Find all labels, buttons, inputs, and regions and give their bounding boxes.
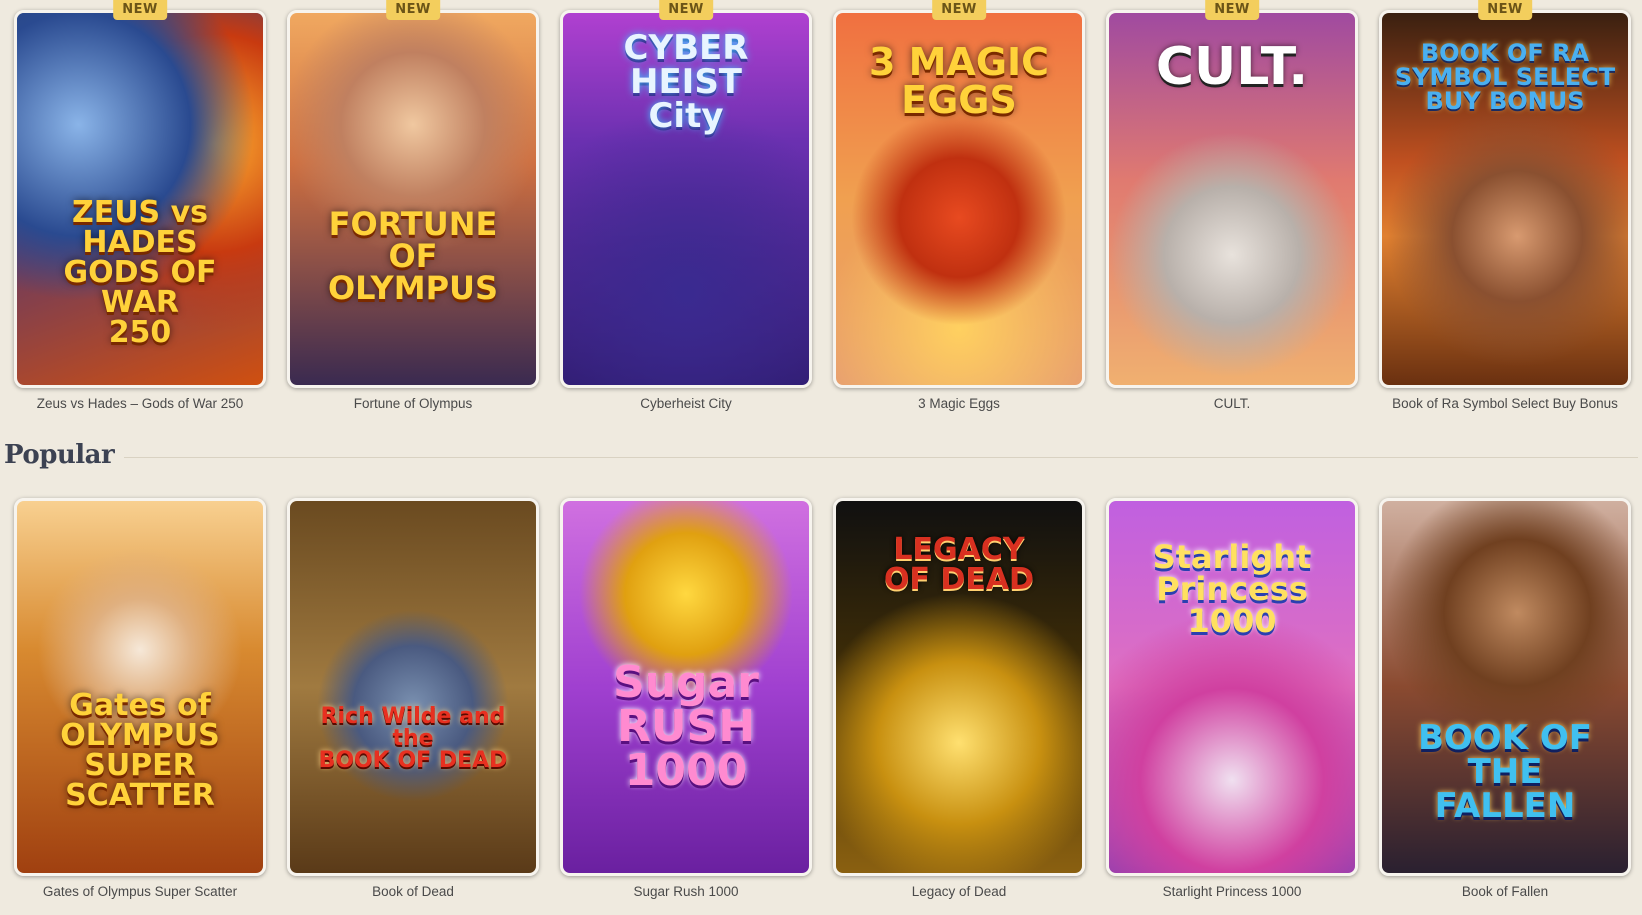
game-caption[interactable]: Book of Fallen xyxy=(1379,884,1631,899)
game-thumbnail[interactable]: Starlight Princess 1000 xyxy=(1106,498,1358,876)
game-art-logo: BOOK OF RA SYMBOL SELECT BUY BONUS xyxy=(1394,39,1616,115)
game-art-logo: Rich Wilde and the BOOK OF DEAD xyxy=(318,704,508,773)
game-thumbnail[interactable]: FORTUNE OF OLYMPUS xyxy=(287,10,539,388)
game-art-logo: 3 MAGIC EGGS xyxy=(868,40,1050,122)
game-tile-zeus-vs-hades[interactable]: NEW ZEUS vs HADES GODS OF WAR 250 Zeus v… xyxy=(14,0,266,411)
game-thumbnail[interactable]: Sugar RUSH 1000 xyxy=(560,498,812,876)
new-badge: NEW xyxy=(113,0,167,20)
game-art-logo: FORTUNE OF OLYMPUS xyxy=(327,205,499,307)
game-tile-book-of-dead[interactable]: Rich Wilde and the BOOK OF DEAD Book of … xyxy=(287,498,539,899)
game-thumbnail[interactable]: LEGACY OF DEAD xyxy=(833,498,1085,876)
game-tile-starlight-princess-1000[interactable]: Starlight Princess 1000 Starlight Prince… xyxy=(1106,498,1358,899)
game-tile-legacy-of-dead[interactable]: LEGACY OF DEAD Legacy of Dead xyxy=(833,498,1085,899)
game-art-logo: LEGACY OF DEAD xyxy=(884,532,1034,597)
game-thumbnail[interactable]: 3 MAGIC EGGS xyxy=(833,10,1085,388)
game-caption[interactable]: Book of Dead xyxy=(287,884,539,899)
game-caption[interactable]: 3 Magic Eggs xyxy=(833,396,1085,411)
game-tile-fortune-of-olympus[interactable]: NEW FORTUNE OF OLYMPUS Fortune of Olympu… xyxy=(287,0,539,411)
game-tile-gates-of-olympus[interactable]: Gates of OLYMPUS SUPER SCATTER Gates of … xyxy=(14,498,266,899)
game-thumbnail[interactable]: CYBER HEIST City xyxy=(560,10,812,388)
new-games-row: NEW ZEUS vs HADES GODS OF WAR 250 Zeus v… xyxy=(14,0,1636,411)
game-caption[interactable]: Starlight Princess 1000 xyxy=(1106,884,1358,899)
game-caption[interactable]: Sugar Rush 1000 xyxy=(560,884,812,899)
new-badge: NEW xyxy=(1205,0,1259,20)
game-thumbnail[interactable]: BOOK OF RA SYMBOL SELECT BUY BONUS xyxy=(1379,10,1631,388)
game-art-logo: BOOK OF THE FALLEN xyxy=(1417,718,1593,826)
game-art-logo: CYBER HEIST City xyxy=(623,28,749,136)
game-art-logo: Sugar RUSH 1000 xyxy=(613,657,759,796)
game-tile-cult[interactable]: NEW CULT. CULT. xyxy=(1106,0,1358,411)
game-artwork xyxy=(290,13,536,385)
game-art-logo: Starlight Princess 1000 xyxy=(1152,538,1312,640)
game-thumbnail[interactable]: ZEUS vs HADES GODS OF WAR 250 xyxy=(14,10,266,388)
game-art-logo: ZEUS vs HADES GODS OF WAR 250 xyxy=(63,195,217,350)
section-title: Popular xyxy=(4,440,115,470)
game-caption[interactable]: Legacy of Dead xyxy=(833,884,1085,899)
game-caption[interactable]: Gates of Olympus Super Scatter xyxy=(14,884,266,899)
game-tile-cyberheist-city[interactable]: NEW CYBER HEIST City Cyberheist City xyxy=(560,0,812,411)
new-badge: NEW xyxy=(1478,0,1532,20)
game-thumbnail[interactable]: Gates of OLYMPUS SUPER SCATTER xyxy=(14,498,266,876)
section-divider xyxy=(124,456,1638,458)
popular-games-row: Gates of OLYMPUS SUPER SCATTER Gates of … xyxy=(14,498,1636,899)
new-badge: NEW xyxy=(386,0,440,20)
game-art-logo: Gates of OLYMPUS SUPER SCATTER xyxy=(60,688,220,813)
game-caption[interactable]: Book of Ra Symbol Select Buy Bonus xyxy=(1379,396,1631,411)
game-thumbnail[interactable]: BOOK OF THE FALLEN xyxy=(1379,498,1631,876)
game-tile-book-of-fallen[interactable]: BOOK OF THE FALLEN Book of Fallen xyxy=(1379,498,1631,899)
popular-section-header: Popular xyxy=(4,440,1638,470)
game-tile-book-of-ra[interactable]: NEW BOOK OF RA SYMBOL SELECT BUY BONUS B… xyxy=(1379,0,1631,411)
game-tile-3-magic-eggs[interactable]: NEW 3 MAGIC EGGS 3 Magic Eggs xyxy=(833,0,1085,411)
game-thumbnail[interactable]: Rich Wilde and the BOOK OF DEAD xyxy=(287,498,539,876)
game-caption[interactable]: Zeus vs Hades – Gods of War 250 xyxy=(14,396,266,411)
game-artwork xyxy=(17,501,263,873)
game-tile-sugar-rush-1000[interactable]: Sugar RUSH 1000 Sugar Rush 1000 xyxy=(560,498,812,899)
game-caption[interactable]: Fortune of Olympus xyxy=(287,396,539,411)
new-badge: NEW xyxy=(659,0,713,20)
game-art-logo: CULT. xyxy=(1155,37,1309,97)
game-caption[interactable]: Cyberheist City xyxy=(560,396,812,411)
new-badge: NEW xyxy=(932,0,986,20)
game-caption[interactable]: CULT. xyxy=(1106,396,1358,411)
game-artwork xyxy=(290,501,536,873)
game-thumbnail[interactable]: CULT. xyxy=(1106,10,1358,388)
